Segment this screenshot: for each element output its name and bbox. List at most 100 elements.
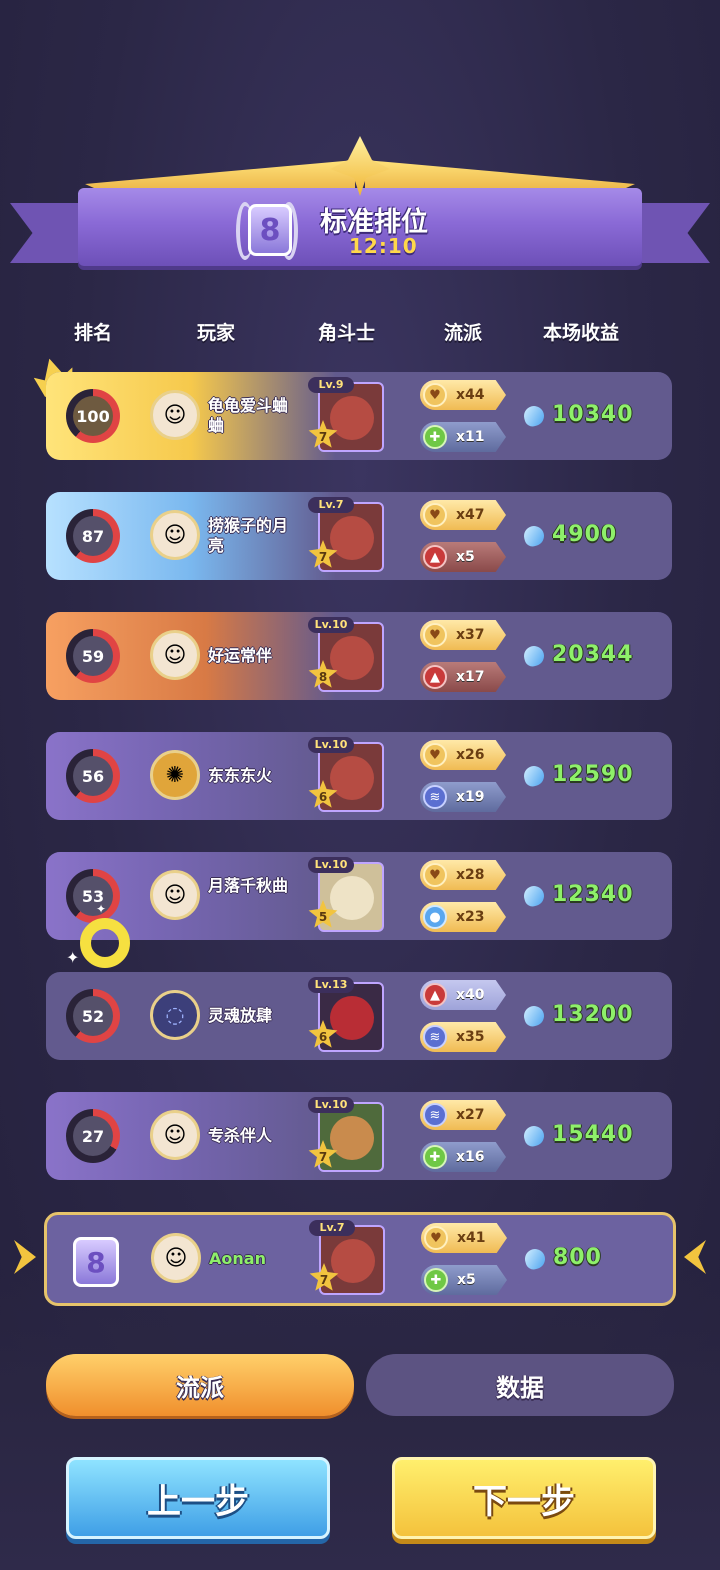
rank-number: 56 (73, 756, 113, 796)
wolf-icon: ≋ (423, 1025, 447, 1049)
faction-tag[interactable]: ● x23 (420, 902, 506, 932)
player-name: 龟龟爱斗蛐蛐 (208, 396, 289, 435)
player-row[interactable]: 56 ✺ 东东东火 Lv.10 6 ♥ x26 ≋ x19 12590 (46, 732, 672, 820)
heart-icon: ♥ (423, 623, 447, 647)
wolf-icon: ≋ (423, 1103, 447, 1127)
faction-tag[interactable]: ▲ x5 (420, 542, 506, 572)
avatar[interactable]: ☺ (150, 390, 200, 440)
faction-tag[interactable]: ✚ x5 (421, 1265, 507, 1295)
faction-tag[interactable]: ♥ x28 (420, 860, 506, 890)
rank-ring: 56 (66, 749, 120, 803)
heart-icon: ♥ (423, 503, 447, 527)
player-name: 灵魂放肆 (208, 1006, 273, 1025)
header-earnings: 本场收益 (543, 322, 620, 344)
player-row[interactable]: 27 ☺ 专杀伴人 Lv.10 7 ≋ x27 ✚ x16 15440 (46, 1092, 672, 1180)
rank-ring: 59 (66, 629, 120, 683)
avatar[interactable]: ☺ (150, 630, 200, 680)
gem-icon (521, 763, 547, 789)
gem-icon (521, 1003, 547, 1029)
faction-tag[interactable]: ♥ x47 (420, 500, 506, 530)
water-drop-icon: ● (423, 905, 447, 929)
earnings: 800 (553, 1245, 602, 1270)
faction-count: x41 (457, 1230, 486, 1246)
header-player: 玩家 (197, 322, 236, 344)
header-faction: 流派 (444, 322, 483, 344)
faction-count: x40 (456, 987, 485, 1003)
avatar[interactable]: ☺ (150, 870, 200, 920)
faction-tag[interactable]: ▲ x40 (420, 980, 506, 1010)
avatar[interactable]: ✺ (150, 750, 200, 800)
faction-tag[interactable]: ✚ x11 (420, 422, 506, 452)
earnings: 12340 (552, 882, 634, 907)
rank-ring: 52 (66, 989, 120, 1043)
player-row[interactable]: 53 ☺ 月落千秋曲 Lv.10 5 ♥ x28 ● x23 12340 (46, 852, 672, 940)
rank-ring: 87 (66, 509, 120, 563)
gladiator-face (330, 756, 374, 800)
gladiator-face (330, 516, 374, 560)
sparkle-icon: ✦ (96, 902, 107, 916)
gem-icon (521, 883, 547, 909)
rank-emblem-number: 8 (248, 204, 292, 256)
ring-decoration-icon (80, 918, 130, 968)
prev-button[interactable]: 上一步 (66, 1457, 330, 1539)
faction-tag[interactable]: ≋ x35 (420, 1022, 506, 1052)
faction-count: x26 (456, 747, 485, 763)
gladiator-face (330, 636, 374, 680)
faction-count: x37 (456, 627, 485, 643)
gladiator-level: Lv.7 (309, 1220, 355, 1236)
gladiator-face (330, 1116, 374, 1160)
faction-count: x47 (456, 507, 485, 523)
faction-count: x28 (456, 867, 485, 883)
gladiator-level: Lv.10 (308, 1097, 354, 1113)
rank-number: 53 (73, 876, 113, 916)
faction-count: x27 (456, 1107, 485, 1123)
faction-count: x5 (456, 549, 475, 565)
player-row[interactable]: 52 ◌ 灵魂放肆 Lv.13 6 ▲ x40 ≋ x35 13200 (46, 972, 672, 1060)
avatar-loading[interactable]: ◌ (150, 990, 200, 1040)
gladiator-level: Lv.13 (308, 977, 354, 993)
next-button[interactable]: 下一步 (392, 1457, 656, 1539)
faction-count: x44 (456, 387, 485, 403)
earnings: 15440 (552, 1122, 634, 1147)
gladiator-level: Lv.10 (308, 617, 354, 633)
faction-tag[interactable]: ♥ x26 (420, 740, 506, 770)
player-row-self[interactable]: 8 ☺ Aonan Lv.7 7 ♥ x41 ✚ x5 800 (44, 1212, 676, 1306)
match-time: 12:10 (349, 234, 418, 258)
faction-tag[interactable]: ♥ x37 (420, 620, 506, 650)
gem-icon (521, 643, 547, 669)
tab-faction[interactable]: 流派 (46, 1354, 354, 1416)
gladiator-face (330, 396, 374, 440)
faction-count: x17 (456, 669, 485, 685)
rank-number: 100 (73, 396, 113, 436)
player-name: 东东东火 (208, 766, 273, 785)
rank-ring: 100 (66, 389, 120, 443)
gem-icon (522, 1246, 548, 1272)
earnings: 10340 (552, 402, 634, 427)
tab-data[interactable]: 数据 (366, 1354, 674, 1416)
avatar[interactable]: ☺ (150, 510, 200, 560)
sparkle-icon: ✦ (66, 948, 80, 967)
faction-tag[interactable]: ✚ x16 (420, 1142, 506, 1172)
rank-banner: 8 标准排位 12:10 (0, 130, 720, 300)
earnings: 20344 (552, 642, 634, 667)
fire-icon: ▲ (423, 983, 447, 1007)
avatar[interactable]: ☺ (151, 1233, 201, 1283)
avatar[interactable]: ☺ (150, 1110, 200, 1160)
rank-ring: 27 (66, 1109, 120, 1163)
faction-count: x19 (456, 789, 485, 805)
heart-icon: ♥ (424, 1226, 448, 1250)
rank-number: 59 (73, 636, 113, 676)
rank-number: 27 (73, 1116, 113, 1156)
player-row[interactable]: 59 ☺ 好运常伴 Lv.10 8 ♥ x37 ▲ x17 20344 (46, 612, 672, 700)
faction-tag[interactable]: ♥ x41 (421, 1223, 507, 1253)
faction-tag[interactable]: ♥ x44 (420, 380, 506, 410)
heart-icon: ♥ (423, 743, 447, 767)
player-row[interactable]: 87 ☺ 捞猴子的月亮 Lv.7 7 ♥ x47 ▲ x5 4900 (46, 492, 672, 580)
faction-tag[interactable]: ▲ x17 (420, 662, 506, 692)
faction-tag[interactable]: ≋ x19 (420, 782, 506, 812)
faction-count: x11 (456, 429, 485, 445)
player-row[interactable]: 100 ☺ 龟龟爱斗蛐蛐 Lv.9 7 ♥ x44 ✚ x11 10340 (46, 372, 672, 460)
player-name: 专杀伴人 (208, 1126, 273, 1145)
gladiator-face (330, 996, 374, 1040)
faction-tag[interactable]: ≋ x27 (420, 1100, 506, 1130)
